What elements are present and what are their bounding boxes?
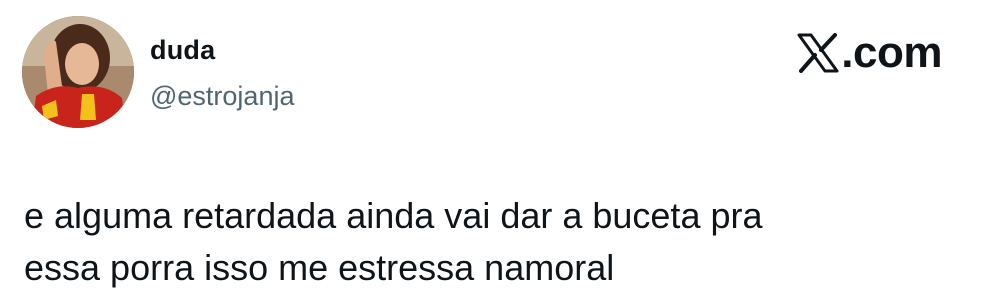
tweet-card: duda @estrojanja .com e alguma retardada…: [0, 0, 986, 306]
x-logo-icon: [797, 33, 839, 73]
avatar[interactable]: [22, 16, 134, 128]
tweet-body: e alguma retardada ainda vai dar a bucet…: [24, 190, 964, 294]
brand-domain: .com: [841, 28, 942, 77]
brand-watermark: .com: [797, 28, 942, 78]
tweet-text-line: e alguma retardada ainda vai dar a bucet…: [24, 195, 763, 236]
profile-photo-icon: [22, 16, 134, 128]
tweet-text-line: essa porra isso me estressa namoral: [24, 247, 615, 288]
display-name[interactable]: duda: [150, 34, 215, 66]
user-handle[interactable]: @estrojanja: [150, 80, 294, 112]
